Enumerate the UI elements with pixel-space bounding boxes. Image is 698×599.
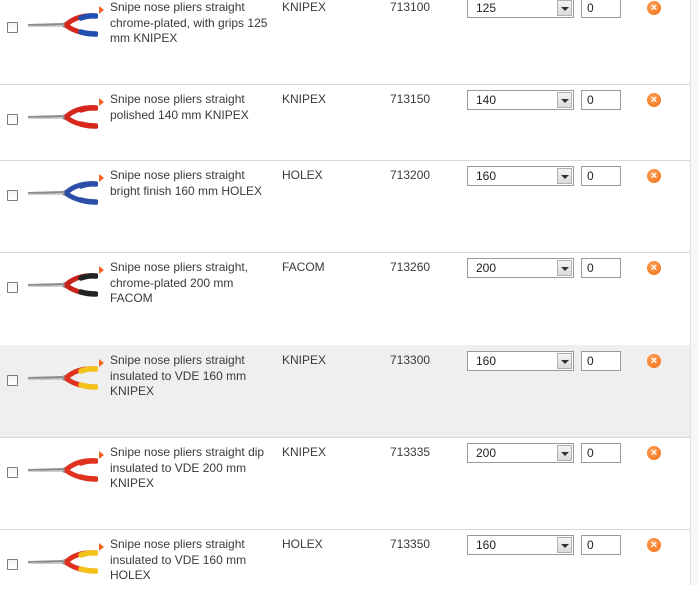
size-select[interactable]: 160 [467, 166, 574, 186]
table-row: Snipe nose pliers straight insulated to … [0, 529, 698, 599]
size-select[interactable]: 125 [467, 0, 574, 18]
table-row: Snipe nose pliers straight bright finish… [0, 160, 698, 253]
table-row: Snipe nose pliers straight chrome-plated… [0, 0, 698, 85]
size-select-value: 200 [476, 261, 497, 275]
product-brand: HOLEX [282, 168, 323, 182]
product-code: 713335 [390, 445, 431, 459]
size-select-value: 200 [476, 446, 497, 460]
row-select-checkbox[interactable] [7, 467, 18, 478]
row-select-checkbox[interactable] [7, 22, 18, 33]
product-code: 713150 [390, 92, 431, 106]
product-brand: KNIPEX [282, 445, 327, 459]
pliers-icon [27, 181, 98, 205]
product-code: 713300 [390, 353, 431, 367]
bullet-arrow-icon [99, 451, 104, 459]
table-row: Snipe nose pliers straight polished 140 … [0, 84, 698, 161]
close-icon[interactable]: × [647, 93, 661, 107]
chevron-down-icon[interactable] [557, 260, 572, 276]
table-row: Snipe nose pliers straight, chrome-plate… [0, 252, 698, 346]
product-description[interactable]: Snipe nose pliers straight bright finish… [110, 168, 270, 199]
row-select-checkbox[interactable] [7, 375, 18, 386]
chevron-down-icon[interactable] [557, 353, 572, 369]
size-select-value: 160 [476, 538, 497, 552]
product-brand: HOLEX [282, 537, 323, 551]
pliers-icon [27, 105, 98, 129]
bullet-arrow-icon [99, 359, 104, 367]
quantity-input[interactable]: 0 [581, 351, 621, 371]
product-description[interactable]: Snipe nose pliers straight dip insulated… [110, 445, 270, 492]
table-row: Snipe nose pliers straight insulated to … [0, 345, 698, 438]
close-icon[interactable]: × [647, 169, 661, 183]
product-brand: KNIPEX [282, 92, 327, 106]
pliers-icon [27, 550, 98, 574]
product-description[interactable]: Snipe nose pliers straight, chrome-plate… [110, 260, 270, 307]
pliers-icon [27, 273, 98, 297]
size-select[interactable]: 200 [467, 443, 574, 463]
scrollbar[interactable] [690, 0, 698, 585]
chevron-down-icon[interactable] [557, 445, 572, 461]
pliers-icon [27, 366, 98, 390]
close-icon[interactable]: × [647, 538, 661, 552]
size-select-value: 160 [476, 169, 497, 183]
size-select-value: 140 [476, 93, 497, 107]
bullet-arrow-icon [99, 98, 104, 106]
close-icon[interactable]: × [647, 354, 661, 368]
product-code: 713100 [390, 0, 431, 14]
product-brand: FACOM [282, 260, 325, 274]
row-select-checkbox[interactable] [7, 282, 18, 293]
row-select-checkbox[interactable] [7, 114, 18, 125]
size-select[interactable]: 140 [467, 90, 574, 110]
product-description[interactable]: Snipe nose pliers straight insulated to … [110, 353, 270, 400]
product-code: 713260 [390, 260, 431, 274]
size-select[interactable]: 200 [467, 258, 574, 278]
row-select-checkbox[interactable] [7, 190, 18, 201]
size-select[interactable]: 160 [467, 535, 574, 555]
product-code: 713200 [390, 168, 431, 182]
size-select-value: 125 [476, 1, 497, 15]
close-icon[interactable]: × [647, 446, 661, 460]
chevron-down-icon[interactable] [557, 0, 572, 16]
chevron-down-icon[interactable] [557, 537, 572, 553]
close-icon[interactable]: × [647, 261, 661, 275]
pliers-icon [27, 458, 98, 482]
pliers-icon [27, 13, 98, 37]
close-icon[interactable]: × [647, 1, 661, 15]
product-code: 713350 [390, 537, 431, 551]
bullet-arrow-icon [99, 174, 104, 182]
size-select[interactable]: 160 [467, 351, 574, 371]
bullet-arrow-icon [99, 6, 104, 14]
quantity-input[interactable]: 0 [581, 0, 621, 18]
quantity-input[interactable]: 0 [581, 535, 621, 555]
quantity-input[interactable]: 0 [581, 90, 621, 110]
chevron-down-icon[interactable] [557, 92, 572, 108]
table-row: Snipe nose pliers straight dip insulated… [0, 437, 698, 530]
quantity-input[interactable]: 0 [581, 443, 621, 463]
quantity-input[interactable]: 0 [581, 166, 621, 186]
product-description[interactable]: Snipe nose pliers straight polished 140 … [110, 92, 270, 123]
product-description[interactable]: Snipe nose pliers straight insulated to … [110, 537, 270, 584]
product-description[interactable]: Snipe nose pliers straight chrome-plated… [110, 0, 270, 47]
row-select-checkbox[interactable] [7, 559, 18, 570]
chevron-down-icon[interactable] [557, 168, 572, 184]
bullet-arrow-icon [99, 543, 104, 551]
bullet-arrow-icon [99, 266, 104, 274]
size-select-value: 160 [476, 354, 497, 368]
quantity-input[interactable]: 0 [581, 258, 621, 278]
product-brand: KNIPEX [282, 0, 327, 14]
product-brand: KNIPEX [282, 353, 327, 367]
